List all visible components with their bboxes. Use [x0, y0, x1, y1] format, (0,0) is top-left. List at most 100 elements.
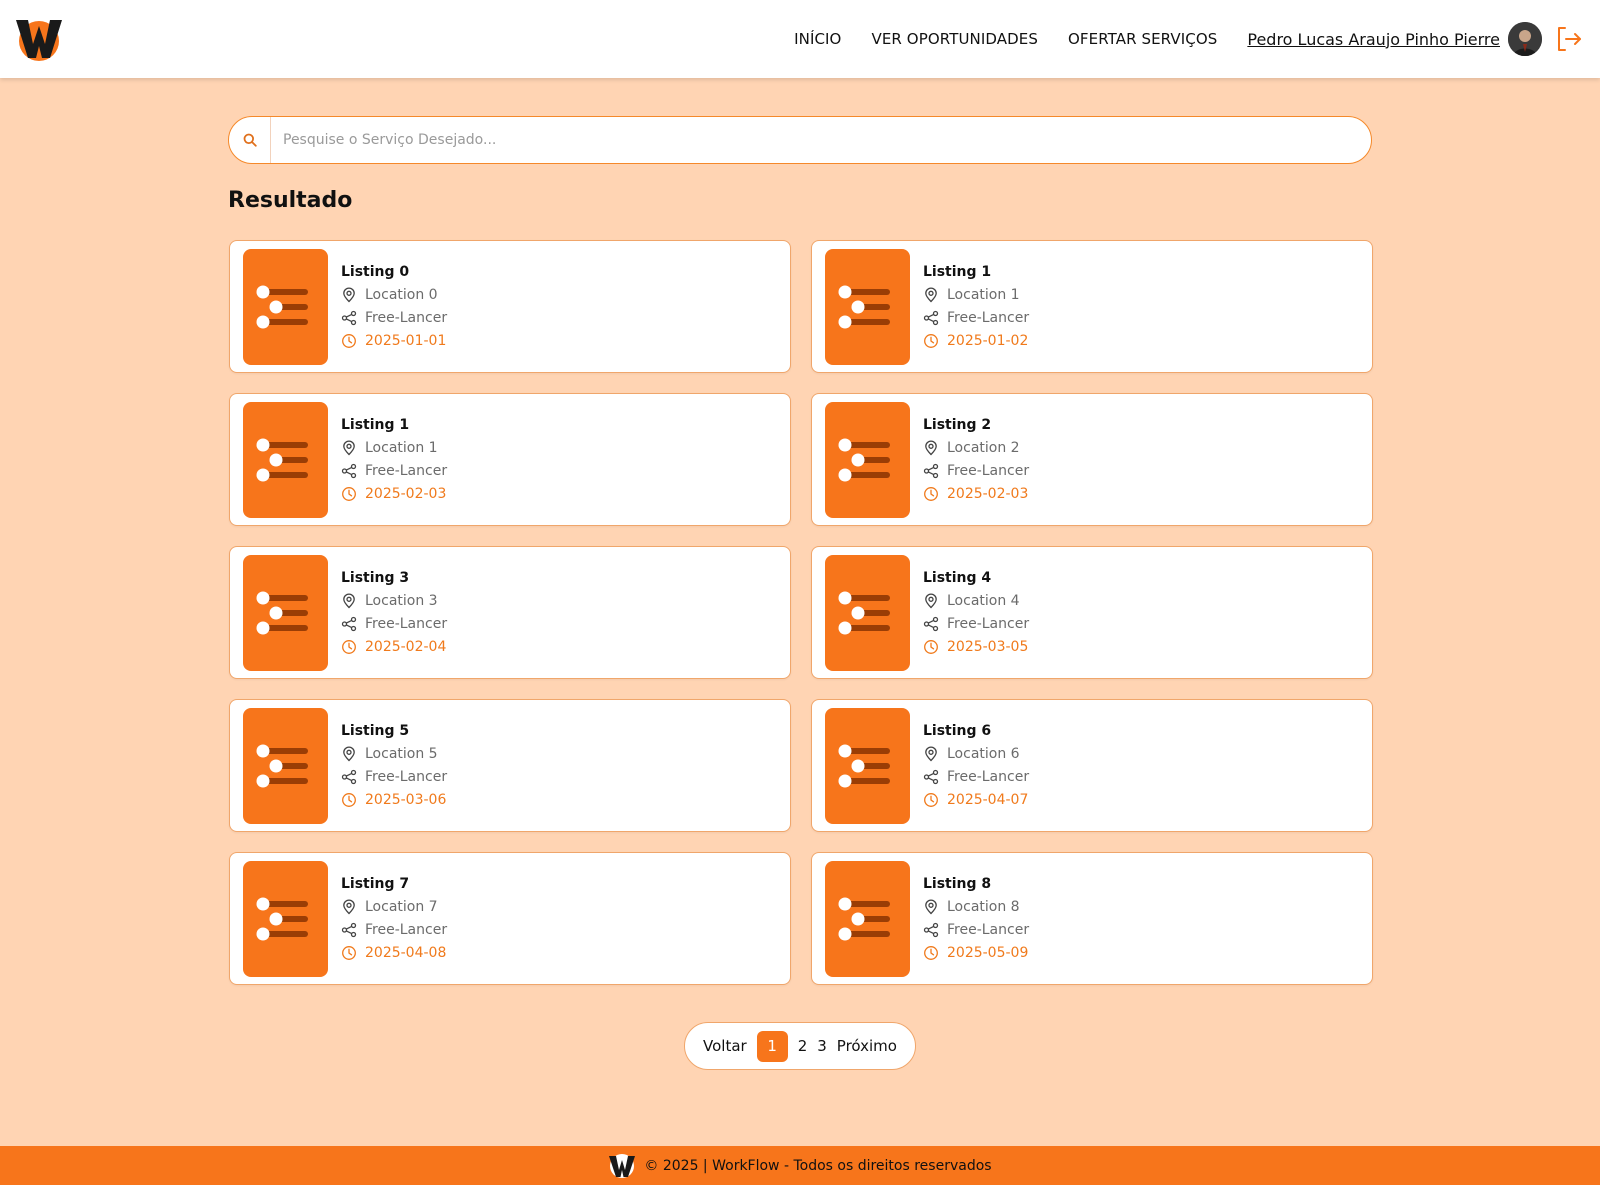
search-bar [228, 116, 1372, 164]
listing-date: 2025-05-09 [923, 942, 1029, 965]
nav-ver-oportunidades[interactable]: VER OPORTUNIDADES [871, 30, 1038, 48]
listing-date-text: 2025-05-09 [947, 945, 1029, 961]
map-pin-icon [343, 899, 355, 915]
listing-date: 2025-02-04 [341, 636, 447, 659]
listing-type: Free-Lancer [341, 613, 447, 636]
search-icon-container[interactable] [229, 117, 271, 163]
clock-icon [342, 946, 356, 960]
list-settings-icon [838, 438, 890, 481]
listing-card[interactable]: Listing 8 Location 8 Free-Lancer 2025-05… [811, 852, 1373, 985]
list-settings-icon [838, 591, 890, 634]
listing-date: 2025-03-06 [341, 789, 447, 812]
listing-title: Listing 7 [341, 875, 410, 892]
listing-location-text: Location 0 [365, 287, 438, 303]
listing-type-text: Free-Lancer [947, 310, 1030, 326]
listing-thumbnail [825, 401, 910, 518]
next-page-button[interactable]: Próximo [837, 1037, 897, 1055]
listing-card[interactable]: Listing 0 Location 0 Free-Lancer 2025-01… [229, 240, 791, 373]
listing-info: Listing 1 Location 1 Free-Lancer [923, 261, 1029, 353]
map-pin-icon [925, 899, 937, 915]
page-1-button[interactable]: 1 [756, 1030, 788, 1062]
listing-type-text: Free-Lancer [365, 769, 448, 785]
user-avatar-icon [1508, 22, 1542, 56]
listing-card[interactable]: Listing 4 Location 4 Free-Lancer 2025-03… [811, 546, 1373, 679]
avatar[interactable] [1508, 22, 1542, 56]
listing-location-text: Location 7 [365, 899, 438, 915]
list-settings-icon [838, 744, 890, 787]
listing-info: Listing 0 Location 0 Free-Lancer 2025-01… [341, 261, 447, 353]
share-icon [341, 769, 357, 785]
listing-type: Free-Lancer [341, 919, 447, 942]
page-2-button[interactable]: 2 [798, 1037, 808, 1055]
listing-title: Listing 1 [341, 416, 410, 433]
prev-page-button[interactable]: Voltar [703, 1037, 747, 1055]
nav-inicio[interactable]: INÍCIO [794, 30, 841, 48]
listing-type: Free-Lancer [923, 613, 1029, 636]
map-pin-icon [343, 593, 355, 609]
listing-title: Listing 3 [341, 569, 410, 586]
listing-location: Location 8 [923, 896, 1029, 919]
share-icon [923, 922, 939, 938]
listing-info: Listing 4 Location 4 Free-Lancer 2025-03… [923, 567, 1029, 659]
map-pin-icon [925, 746, 937, 762]
listing-type-text: Free-Lancer [947, 463, 1030, 479]
page-3-button[interactable]: 3 [817, 1037, 827, 1055]
share-icon [923, 310, 939, 326]
listing-location: Location 1 [923, 284, 1029, 307]
listing-date-text: 2025-01-01 [365, 333, 447, 349]
listing-title: Listing 4 [923, 569, 992, 586]
listing-card[interactable]: Listing 3 Location 3 Free-Lancer 2025-02… [229, 546, 791, 679]
listing-location-text: Location 5 [365, 746, 438, 762]
listing-date-text: 2025-03-05 [947, 639, 1029, 655]
listing-type: Free-Lancer [341, 766, 447, 789]
listing-location: Location 1 [341, 437, 447, 460]
listing-title: Listing 6 [923, 722, 992, 739]
search-input[interactable] [271, 117, 1371, 163]
listing-thumbnail [825, 707, 910, 824]
listing-location: Location 3 [341, 590, 447, 613]
listing-card[interactable]: Listing 1 Location 1 Free-Lancer [229, 393, 791, 526]
listing-location-text: Location 4 [947, 593, 1020, 609]
listing-thumbnail [243, 860, 328, 977]
listing-thumbnail [243, 401, 328, 518]
listing-date-text: 2025-01-02 [947, 333, 1029, 349]
listing-info: Listing 2 Location 2 Free-Lancer 2025-02… [923, 414, 1029, 506]
listing-location: Location 6 [923, 743, 1029, 766]
listing-info: Listing 6 Location 6 Free-Lancer 2025-04… [923, 720, 1029, 812]
list-settings-icon [838, 897, 890, 940]
listing-thumbnail [243, 248, 328, 365]
listing-card[interactable]: Listing 1 Location 1 Free-Lancer [811, 240, 1373, 373]
clock-icon [924, 334, 938, 348]
listing-location: Location 0 [341, 284, 447, 307]
nav-ofertar-servicos[interactable]: OFERTAR SERVIÇOS [1068, 30, 1217, 48]
listing-thumbnail [825, 860, 910, 977]
footer-text: © 2025 | WorkFlow - Todos os direitos re… [644, 1157, 992, 1174]
top-navbar: INÍCIO VER OPORTUNIDADES OFERTAR SERVIÇO… [0, 0, 1600, 78]
listing-type: Free-Lancer [923, 919, 1029, 942]
listing-title: Listing 2 [923, 416, 992, 433]
clock-icon [342, 334, 356, 348]
listing-location-text: Location 6 [947, 746, 1020, 762]
listing-date-text: 2025-04-07 [947, 792, 1029, 808]
workflow-logo-icon[interactable] [14, 16, 64, 62]
clock-icon [924, 640, 938, 654]
listing-info: Listing 1 Location 1 Free-Lancer [341, 414, 447, 506]
listing-card[interactable]: Listing 7 Location 7 Free-Lancer 2025-04… [229, 852, 791, 985]
share-icon [341, 616, 357, 632]
listing-type-text: Free-Lancer [365, 922, 448, 938]
listing-card[interactable]: Listing 5 Location 5 Free-Lancer 2025-03… [229, 699, 791, 832]
logout-icon[interactable] [1554, 24, 1584, 54]
listing-card[interactable]: Listing 6 Location 6 Free-Lancer 2025-04… [811, 699, 1373, 832]
list-settings-icon [256, 897, 308, 940]
listing-thumbnail [825, 554, 910, 671]
list-settings-icon [838, 285, 890, 328]
user-profile-link[interactable]: Pedro Lucas Araujo Pinho Pierre [1247, 30, 1500, 49]
listing-card[interactable]: Listing 2 Location 2 Free-Lancer 2025-02… [811, 393, 1373, 526]
listing-date: 2025-03-05 [923, 636, 1029, 659]
clock-icon [342, 487, 356, 501]
listing-title: Listing 5 [341, 722, 410, 739]
listing-type: Free-Lancer [341, 307, 447, 330]
list-settings-icon [256, 744, 308, 787]
listing-title: Listing 8 [923, 875, 992, 892]
listing-thumbnail [243, 707, 328, 824]
